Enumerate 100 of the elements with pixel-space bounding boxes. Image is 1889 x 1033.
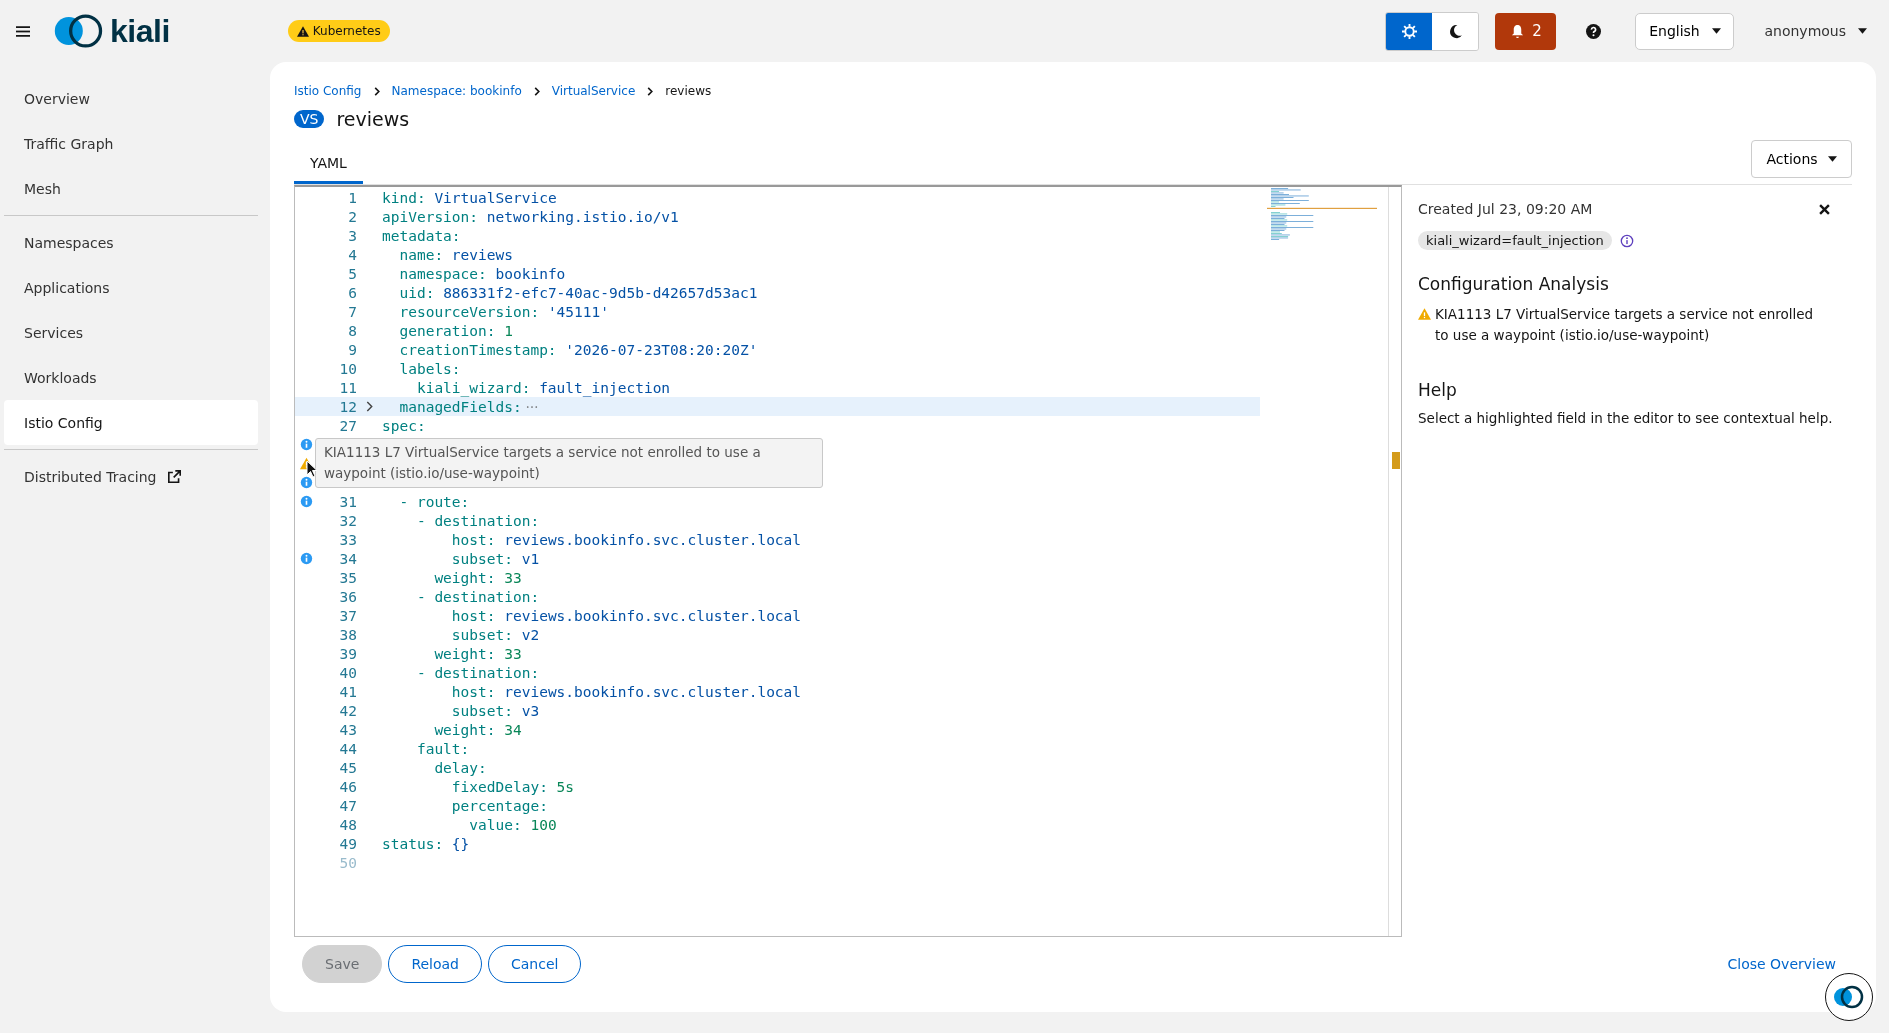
code-line: - destination:: [415, 512, 540, 529]
info-icon[interactable]: [299, 438, 313, 451]
code-line: namespace: bookinfo: [398, 265, 566, 282]
external-link-icon[interactable]: [168, 470, 182, 483]
line-number: 42: [338, 702, 357, 719]
line-number: 32: [338, 512, 357, 529]
sidebar-item[interactable]: Services: [4, 310, 258, 355]
info-icon[interactable]: [299, 476, 313, 489]
line-number: 8: [347, 322, 357, 339]
form-button[interactable]: Reload: [388, 945, 482, 983]
sidebar-item[interactable]: Mesh: [4, 166, 258, 211]
menu-icon[interactable]: [16, 24, 30, 38]
notifications-button[interactable]: 2: [1495, 12, 1557, 50]
created-date: Created Jul 23, 09:20 AM: [1418, 201, 1593, 217]
page-title: reviews: [336, 108, 410, 130]
dark-theme-button[interactable]: [1432, 12, 1479, 50]
help-icon[interactable]: [1586, 23, 1602, 39]
code-line: value: 100: [468, 816, 557, 833]
code-line: weight: 33: [433, 569, 522, 586]
line-number: 2: [347, 208, 357, 225]
sidebar-item[interactable]: Istio Config: [4, 400, 258, 445]
code-line: name: reviews: [398, 246, 513, 263]
line-number: 5: [347, 265, 357, 282]
line-number: 40: [338, 664, 357, 681]
tab[interactable]: YAML: [294, 145, 363, 184]
code-line: resourceVersion: '45111': [398, 303, 609, 320]
code-line: - destination:: [415, 588, 540, 605]
folded-ellipsis-icon[interactable]: [525, 404, 538, 409]
code-line: subset: v2: [450, 626, 540, 643]
language-dropdown[interactable]: English: [1635, 12, 1735, 50]
chevron-right-icon[interactable]: [366, 401, 373, 412]
code-line: host: reviews.bookinfo.svc.cluster.local: [450, 607, 802, 624]
code-line: percentage:: [450, 797, 548, 814]
user-menu[interactable]: anonymous: [1758, 22, 1873, 40]
sidebar-item[interactable]: Traffic Graph: [4, 121, 258, 166]
code-line: - route:: [398, 493, 470, 510]
sidebar-item[interactable]: Namespaces: [4, 220, 258, 265]
label-chip: kiali_wizard=fault_injection: [1418, 231, 1612, 250]
moon-icon: [1447, 23, 1463, 39]
code-line: delay:: [433, 759, 487, 776]
caret-icon: [1711, 28, 1721, 34]
code-line: host: reviews.bookinfo.svc.cluster.local: [450, 531, 802, 548]
sun-icon: [1401, 23, 1417, 39]
form-button[interactable]: Cancel: [488, 945, 582, 983]
code-line: metadata:: [382, 227, 461, 244]
line-number: 12: [338, 398, 357, 415]
breadcrumb-link[interactable]: VirtualService: [551, 84, 636, 98]
line-number: 1: [347, 189, 357, 206]
chevron-right-icon: [647, 86, 654, 96]
line-number: 49: [338, 835, 357, 852]
sidebar-item[interactable]: Applications: [4, 265, 258, 310]
line-number: 46: [338, 778, 357, 795]
sidebar-item[interactable]: Workloads: [4, 355, 258, 400]
caret-icon: [1858, 28, 1867, 34]
info-icon[interactable]: [1619, 233, 1634, 248]
line-number: 10: [338, 360, 357, 377]
mouse-cursor-icon: [306, 460, 318, 478]
code-line: apiVersion: networking.istio.io/v1: [382, 208, 679, 225]
caret-icon: [1827, 156, 1837, 162]
code-line: weight: 33: [433, 645, 522, 662]
line-number: 9: [347, 341, 357, 358]
close-overview-link[interactable]: Close Overview: [1727, 956, 1836, 972]
line-number: 43: [338, 721, 357, 738]
code-line: labels:: [398, 360, 461, 377]
warning-icon: [1418, 308, 1431, 320]
close-icon[interactable]: [1819, 203, 1830, 215]
code-line: fixedDelay: 5s: [450, 778, 575, 795]
line-number: 7: [347, 303, 357, 320]
warning-marker: [1392, 452, 1400, 469]
line-number: 50: [338, 854, 357, 871]
info-icon[interactable]: [299, 552, 313, 565]
line-number: 6: [347, 284, 357, 301]
info-icon[interactable]: [299, 495, 313, 508]
line-number: 45: [338, 759, 357, 776]
breadcrumb-link[interactable]: Namespace: bookinfo: [391, 84, 522, 98]
tooltip: KIA1113 L7 VirtualService targets a service not enrolled to use a waypoint (istio.io/use-waypoint): [315, 438, 823, 488]
help-text: Select a highlighted field in the editor to see contextual help.: [1418, 410, 1834, 426]
line-number: 11: [338, 379, 357, 396]
code-line: status: {}: [382, 835, 470, 852]
light-theme-button[interactable]: [1386, 12, 1433, 50]
cluster-badge: Kubernetes: [287, 20, 390, 42]
code-line: - destination:: [415, 664, 540, 681]
validation-message: KIA1113 L7 VirtualService targets a service not enrolled to use a waypoint (istio.io/use-waypoint): [1435, 305, 1815, 345]
chevron-right-icon: [373, 86, 380, 96]
code-line: kiali_wizard: fault_injection: [415, 379, 671, 396]
actions-dropdown[interactable]: Actions: [1751, 140, 1852, 178]
sidebar-item[interactable]: Overview: [4, 76, 258, 121]
breadcrumb-current: reviews: [665, 84, 712, 98]
section-heading: Configuration Analysis: [1418, 274, 1610, 294]
line-number: 41: [338, 683, 357, 700]
line-number: 36: [338, 588, 357, 605]
line-number: 38: [338, 626, 357, 643]
code-line: creationTimestamp: '2026-07-23T08:20:20Z': [398, 341, 758, 358]
line-number: 37: [338, 607, 357, 624]
breadcrumb-link[interactable]: Istio Config: [294, 84, 362, 98]
chevron-right-icon: [533, 86, 540, 96]
code-line: kind: VirtualService: [382, 189, 557, 206]
section-heading: Help: [1418, 380, 1458, 400]
line-number: 47: [338, 797, 357, 814]
sidebar-item[interactable]: Distributed Tracing: [4, 454, 258, 499]
